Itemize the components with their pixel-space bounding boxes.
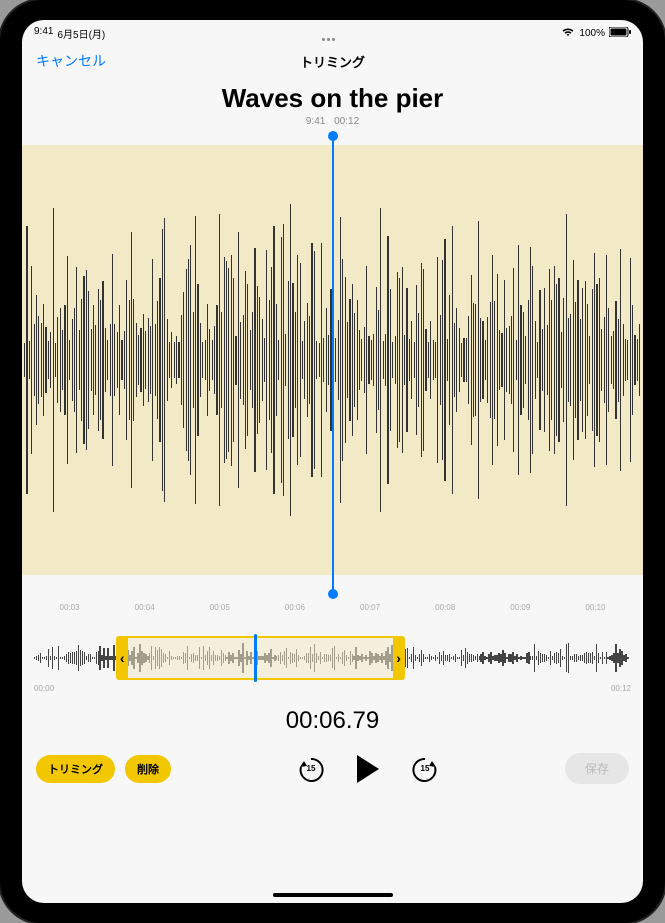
ruler-tick: 00:03 xyxy=(32,603,107,612)
trim-handle-right[interactable]: › xyxy=(393,636,405,680)
recording-meta-time: 9:41 xyxy=(306,116,325,127)
current-time: 00:06.79 xyxy=(22,707,643,735)
large-waveform[interactable] xyxy=(22,145,643,575)
recording-meta-duration: 00:12 xyxy=(334,116,359,127)
skip-forward-amount: 15 xyxy=(411,755,439,783)
skip-forward-15-button[interactable]: 15 xyxy=(411,755,439,783)
overview-time-labels: 00:00 00:12 xyxy=(34,684,631,693)
trim-button[interactable]: トリミング xyxy=(36,755,115,783)
overview-end: 00:12 xyxy=(611,684,631,693)
multitask-grabber-icon[interactable] xyxy=(322,38,344,42)
status-time: 9:41 xyxy=(34,26,53,41)
skip-back-15-button[interactable]: 15 xyxy=(297,755,325,783)
playhead[interactable] xyxy=(332,135,334,595)
save-button[interactable]: 保存 xyxy=(565,753,629,784)
battery-icon xyxy=(609,27,631,40)
ruler-tick: 00:08 xyxy=(408,603,483,612)
home-indicator[interactable] xyxy=(273,893,393,897)
ruler-tick: 00:05 xyxy=(182,603,257,612)
cancel-button[interactable]: キャンセル xyxy=(36,51,106,71)
play-button[interactable] xyxy=(357,755,379,783)
nav-title: トリミング xyxy=(300,52,365,71)
ipad-frame: 9:41 6月5日(月) 100% キャンセル トリミング Waves on t… xyxy=(0,0,665,923)
ruler-tick: 00:10 xyxy=(558,603,633,612)
recording-meta: 9:41 00:12 xyxy=(22,116,643,127)
controls-row: トリミング 削除 15 15 保存 xyxy=(22,735,643,784)
overview-waveform[interactable]: ‹ › xyxy=(32,638,633,678)
ruler-tick: 00:06 xyxy=(257,603,332,612)
battery-percent: 100% xyxy=(579,28,605,39)
trim-region[interactable]: ‹ › xyxy=(128,636,392,680)
ruler-tick: 00:04 xyxy=(107,603,182,612)
status-bar: 9:41 6月5日(月) 100% xyxy=(22,20,643,43)
ruler-tick: 00:09 xyxy=(483,603,558,612)
recording-title: Waves on the pier xyxy=(22,83,643,114)
ruler-tick: 00:07 xyxy=(333,603,408,612)
overview-start: 00:00 xyxy=(34,684,54,693)
wifi-icon xyxy=(561,27,575,40)
overview-playhead[interactable] xyxy=(254,634,257,682)
trim-handle-left[interactable]: ‹ xyxy=(116,636,128,680)
nav-bar: キャンセル トリミング xyxy=(22,43,643,79)
skip-back-amount: 15 xyxy=(297,755,325,783)
delete-button[interactable]: 削除 xyxy=(125,755,171,783)
status-date: 6月5日(月) xyxy=(57,26,105,41)
screen: 9:41 6月5日(月) 100% キャンセル トリミング Waves on t… xyxy=(22,20,643,903)
